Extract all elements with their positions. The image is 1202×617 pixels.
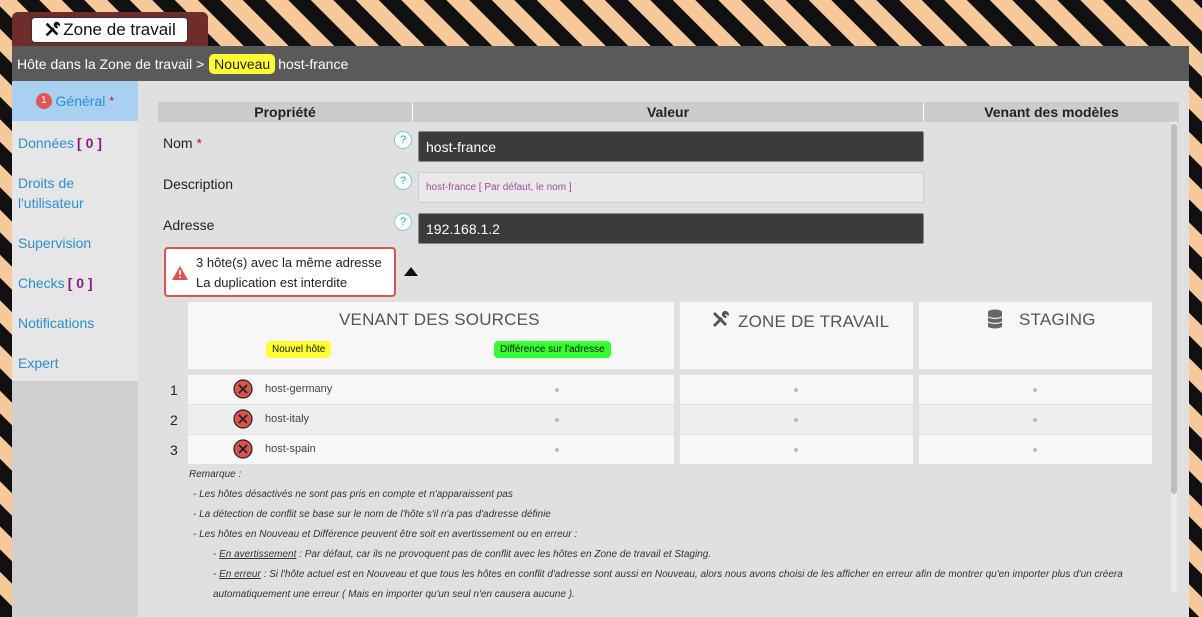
- host-name: host-spain: [265, 443, 316, 455]
- sidebar-item-label: Droits de: [18, 175, 75, 191]
- note-text: : Si l'hôte actuel est en Nouveau et que…: [260, 569, 1123, 580]
- warning-icon: [172, 266, 188, 280]
- note-line: - La détection de conflit se base sur le…: [193, 509, 551, 520]
- empty-dot-icon: [555, 418, 559, 422]
- workspace-panel-title: ZONE DE TRAVAIL: [738, 312, 890, 331]
- note-line: - Les hôtes désactivés ne sont pas pris …: [193, 489, 513, 500]
- required-marker: *: [196, 135, 202, 151]
- host-name: host-germany: [265, 383, 333, 395]
- empty-dot-icon: [794, 388, 798, 392]
- note-title: Remarque :: [189, 469, 242, 480]
- properties-table-header: Propriété Valeur Venant des modèles: [158, 102, 1179, 122]
- property-row-description: Description ? host-france [ Par défaut, …: [158, 172, 928, 204]
- help-icon[interactable]: ?: [394, 213, 412, 231]
- error-circle-icon: [233, 409, 253, 429]
- host-name: host-italy: [265, 413, 310, 425]
- empty-dot-icon: [1033, 418, 1037, 422]
- workspace-button[interactable]: Zone de travail: [31, 17, 188, 43]
- sidebar-item-label: Données: [18, 135, 75, 151]
- sidebar-item-supervision[interactable]: Supervision: [12, 233, 138, 253]
- warning-line-2: La duplication est interdite: [196, 275, 348, 290]
- workspace-title: Zone de travail: [63, 20, 176, 39]
- scrollbar-thumb[interactable]: [1171, 124, 1177, 494]
- table-row: 1 host-germany: [158, 375, 1153, 404]
- note-text: : Par défaut, car ils ne provoquent pas …: [296, 549, 712, 560]
- sources-title: VENANT DES SOURCES: [339, 310, 540, 329]
- row-number: 1: [170, 382, 178, 398]
- breadcrumb-host: host-france: [278, 55, 349, 72]
- property-row-address: Adresse ? 192.168.1.2: [158, 213, 928, 245]
- sidebar-item-expert[interactable]: Expert: [12, 353, 138, 373]
- sidebar-item-user-rights[interactable]: Droits de l'utilisateur: [12, 173, 138, 213]
- row-number: 2: [170, 412, 178, 428]
- warning-line-1: 3 hôte(s) avec la même adresse: [196, 255, 382, 270]
- sidebar-item-label: Général: [55, 93, 106, 109]
- note-line: automatiquement une erreur ( Mais en imp…: [213, 589, 575, 600]
- note-term: En avertissement: [219, 549, 297, 560]
- note-line-error: - En erreur : Si l'hôte actuel est en No…: [213, 569, 1123, 580]
- empty-dot-icon: [1033, 448, 1037, 452]
- column-header-value: Valeur: [413, 102, 923, 122]
- sidebar: 1 Général * Données[ 0 ] Droits de l'uti…: [12, 81, 138, 617]
- sidebar-item-label-line2: l'utilisateur: [18, 195, 84, 211]
- data-count: [ 0 ]: [77, 135, 102, 151]
- description-input[interactable]: host-france [ Par défaut, le nom ]: [418, 172, 924, 203]
- error-circle-icon: [233, 379, 253, 399]
- sidebar-item-label: Checks: [18, 275, 65, 291]
- column-header-templates: Venant des modèles: [924, 102, 1179, 122]
- properties-panel: Propriété Valeur Venant des modèles Nom …: [158, 102, 1179, 617]
- row-number: 3: [170, 442, 178, 458]
- workspace-panel: ZONE DE TRAVAIL: [680, 302, 913, 369]
- sidebar-item-checks[interactable]: Checks[ 0 ]: [12, 273, 138, 293]
- checks-count: [ 0 ]: [67, 275, 93, 291]
- database-icon: [987, 309, 1003, 329]
- property-label: Nom: [163, 135, 193, 151]
- property-row-name: Nom * ? host-france: [158, 131, 928, 163]
- property-label: Adresse: [163, 217, 215, 233]
- staging-panel: STAGING: [919, 302, 1152, 369]
- empty-dot-icon: [555, 448, 559, 452]
- sidebar-item-general[interactable]: 1 Général *: [12, 81, 138, 121]
- tag-address-difference: Différence sur l'adresse: [494, 341, 611, 358]
- status-badge-new: Nouveau: [209, 53, 276, 74]
- tools-icon: [713, 310, 730, 327]
- table-row: 2 host-italy: [158, 405, 1153, 434]
- error-circle-icon: [233, 439, 253, 459]
- property-label: Description: [163, 176, 234, 192]
- empty-dot-icon: [555, 388, 559, 392]
- empty-dot-icon: [794, 448, 798, 452]
- tools-icon: [45, 21, 61, 37]
- note-line-warning: - En avertissement : Par défaut, car ils…: [213, 549, 712, 560]
- error-count-badge: 1: [35, 93, 52, 109]
- sidebar-item-data[interactable]: Données[ 0 ]: [12, 133, 138, 153]
- name-input[interactable]: host-france: [418, 131, 924, 162]
- tag-new-host: Nouvel hôte: [266, 341, 332, 358]
- sidebar-item-notifications[interactable]: Notifications: [12, 313, 138, 333]
- empty-dot-icon: [794, 418, 798, 422]
- scrollbar[interactable]: [1171, 122, 1177, 592]
- table-row: 3 host-spain: [158, 435, 1153, 464]
- column-header-property: Propriété: [158, 102, 412, 122]
- host-editor: Hôte dans la Zone de travail > Nouveau h…: [12, 46, 1189, 617]
- note-line: - Les hôtes en Nouveau et Différence peu…: [193, 529, 578, 540]
- note-term: En erreur: [219, 569, 261, 580]
- staging-title: STAGING: [1019, 310, 1096, 329]
- sidebar-item-label: Expert: [18, 355, 59, 371]
- required-marker: *: [109, 94, 115, 108]
- empty-dot-icon: [1033, 388, 1037, 392]
- help-icon[interactable]: ?: [394, 131, 412, 149]
- breadcrumb-prefix: Hôte dans la Zone de travail >: [17, 55, 205, 72]
- address-input[interactable]: 192.168.1.2: [418, 213, 924, 244]
- duplicate-address-warning: 3 hôte(s) avec la même adresse La duplic…: [164, 247, 396, 297]
- sidebar-item-label: Supervision: [18, 235, 92, 251]
- sources-panel: VENANT DES SOURCES Nouvel hôte Différenc…: [188, 302, 674, 369]
- breadcrumb: Hôte dans la Zone de travail > Nouveau h…: [12, 46, 1189, 81]
- collapse-caret-icon[interactable]: [404, 267, 418, 276]
- help-icon[interactable]: ?: [394, 172, 412, 190]
- sidebar-item-label: Notifications: [18, 315, 95, 331]
